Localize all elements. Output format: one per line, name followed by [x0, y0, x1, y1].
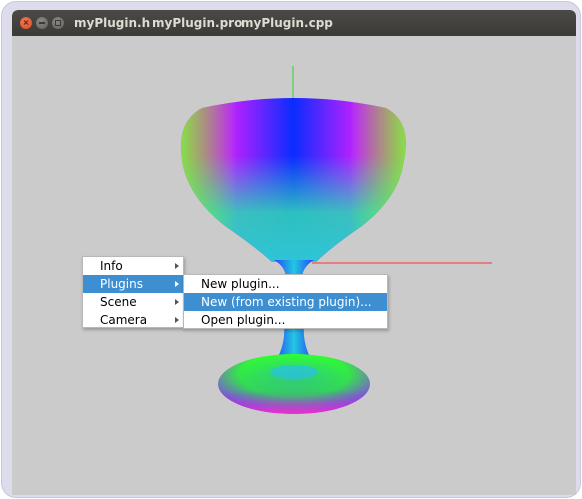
menu-item-camera-label: Camera	[100, 313, 148, 327]
menu-item-new-plugin[interactable]: New plugin...	[184, 275, 387, 293]
submenu-arrow-icon	[175, 263, 179, 269]
menu-item-info-label: Info	[100, 259, 123, 273]
3d-viewport[interactable]: Info Plugins Scene Camera New plugin... …	[12, 36, 576, 495]
submenu-arrow-icon	[175, 299, 179, 305]
menu-item-open-plugin[interactable]: Open plugin...	[184, 311, 387, 329]
title-bar: × myPlugin.h myPlugin.pro myPlugin.cpp	[12, 10, 576, 36]
tab-myplugin-h[interactable]: myPlugin.h	[74, 16, 150, 30]
menu-item-scene[interactable]: Scene	[83, 293, 183, 311]
menu-item-new-from-existing-label: New (from existing plugin)...	[201, 295, 372, 309]
menu-item-info[interactable]: Info	[83, 257, 183, 275]
close-window-icon[interactable]: ×	[20, 17, 32, 29]
menu-item-camera[interactable]: Camera	[83, 311, 183, 329]
tab-myplugin-cpp[interactable]: myPlugin.cpp	[241, 16, 333, 30]
application-window: × myPlugin.h myPlugin.pro myPlugin.cpp I…	[12, 10, 576, 495]
minimize-window-icon[interactable]	[36, 17, 48, 29]
menu-item-scene-label: Scene	[100, 295, 137, 309]
menu-item-new-plugin-label: New plugin...	[201, 277, 280, 291]
menu-item-plugins[interactable]: Plugins	[83, 275, 183, 293]
context-menu: Info Plugins Scene Camera	[82, 256, 184, 328]
menu-item-new-from-existing-plugin[interactable]: New (from existing plugin)...	[184, 293, 387, 311]
plugins-submenu: New plugin... New (from existing plugin)…	[183, 274, 388, 329]
menu-item-plugins-label: Plugins	[100, 277, 143, 291]
submenu-arrow-icon	[175, 317, 179, 323]
maximize-window-icon[interactable]	[52, 17, 64, 29]
submenu-arrow-icon	[175, 281, 179, 287]
menu-item-open-plugin-label: Open plugin...	[201, 313, 286, 327]
tab-myplugin-pro[interactable]: myPlugin.pro	[152, 16, 242, 30]
